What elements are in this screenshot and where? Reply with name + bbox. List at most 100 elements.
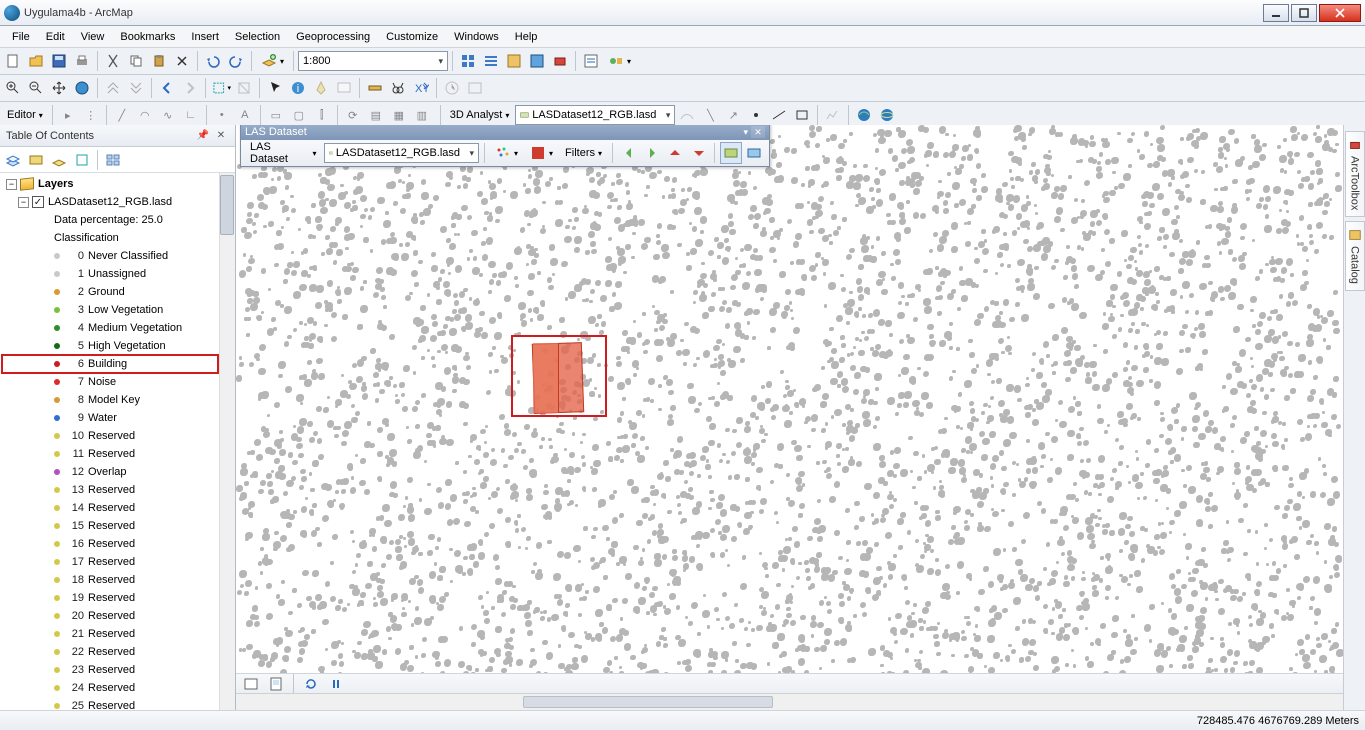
class-row[interactable]: 23Reserved	[2, 661, 218, 679]
las-surface-button[interactable]: ▾	[525, 143, 558, 163]
class-row[interactable]: 11Reserved	[2, 445, 218, 463]
save-button[interactable]	[48, 50, 70, 72]
class-row[interactable]: 4Medium Vegetation	[2, 319, 218, 337]
python-button[interactable]	[580, 50, 602, 72]
class-row[interactable]: 7Noise	[2, 373, 218, 391]
menu-insert[interactable]: Insert	[183, 28, 227, 46]
open-button[interactable]	[25, 50, 47, 72]
toc-close-button[interactable]: ✕	[213, 128, 229, 144]
cut-button[interactable]	[102, 50, 124, 72]
class-row[interactable]: 15Reserved	[2, 517, 218, 535]
toc-scroll-thumb[interactable]	[220, 175, 234, 235]
las-prev-button[interactable]	[641, 142, 662, 164]
contour-button[interactable]	[676, 104, 698, 126]
class-row[interactable]: 21Reserved	[2, 625, 218, 643]
pan-button[interactable]	[48, 77, 70, 99]
map-hscrollbar[interactable]	[236, 693, 1348, 710]
pause-drawing-button[interactable]	[325, 673, 347, 695]
list-by-source-button[interactable]	[25, 149, 47, 171]
arcscene-button[interactable]	[876, 104, 898, 126]
toc-scrollbar[interactable]	[219, 173, 235, 710]
menu-windows[interactable]: Windows	[446, 28, 507, 46]
interp-poly-button[interactable]	[791, 104, 813, 126]
minimize-button[interactable]	[1263, 4, 1289, 22]
interp-line-button[interactable]	[768, 104, 790, 126]
layout-view-tab[interactable]	[265, 673, 287, 695]
las-toolbar[interactable]: LAS Dataset ▾ ✕ LAS Dataset▾ LASDataset1…	[240, 125, 770, 167]
arctoolbox-button[interactable]	[549, 50, 571, 72]
sketch-props-button[interactable]: ▦	[388, 104, 410, 126]
fixed-zoom-in-button[interactable]	[102, 77, 124, 99]
3d-analyst-menu[interactable]: 3D Analyst▾	[445, 105, 515, 125]
right-angle-button[interactable]: ∟	[180, 104, 202, 126]
list-by-drawing-button[interactable]	[2, 149, 24, 171]
html-popup-button[interactable]	[333, 77, 355, 99]
hyperlink-button[interactable]	[310, 77, 332, 99]
las-toolbar-close[interactable]: ✕	[751, 126, 765, 138]
menu-edit[interactable]: Edit	[38, 28, 73, 46]
point-button[interactable]: •	[211, 104, 233, 126]
arctoolbox-tab[interactable]: ArcToolbox	[1345, 131, 1365, 217]
dataset-checkbox[interactable]	[32, 196, 44, 208]
class-row[interactable]: 0Never Classified	[2, 247, 218, 265]
cut-polygons-button[interactable]: ▭	[265, 104, 287, 126]
layers-root[interactable]: −Layers	[2, 175, 218, 193]
class-row[interactable]: 25Reserved	[2, 697, 218, 710]
find-button[interactable]	[387, 77, 409, 99]
print-button[interactable]	[71, 50, 93, 72]
delete-button[interactable]	[171, 50, 193, 72]
editor-toolbar-button[interactable]	[457, 50, 479, 72]
las-dataset-menu[interactable]: LAS Dataset▾	[245, 143, 322, 163]
list-by-visibility-button[interactable]	[48, 149, 70, 171]
arcglobe-button[interactable]	[853, 104, 875, 126]
class-row[interactable]: 2Ground	[2, 283, 218, 301]
las-down-button[interactable]	[688, 142, 709, 164]
zoom-in-button[interactable]	[2, 77, 24, 99]
class-row[interactable]: 17Reserved	[2, 553, 218, 571]
zoom-out-button[interactable]	[25, 77, 47, 99]
class-row[interactable]: 19Reserved	[2, 589, 218, 607]
edit-annotation-button[interactable]: A	[234, 104, 256, 126]
toc-button[interactable]	[480, 50, 502, 72]
select-features-button[interactable]: ▾	[210, 77, 232, 99]
pointer-button[interactable]	[264, 77, 286, 99]
menu-help[interactable]: Help	[507, 28, 546, 46]
class-row[interactable]: 6Building	[2, 355, 218, 373]
catalog-tab[interactable]: Catalog	[1345, 221, 1365, 291]
class-row[interactable]: 10Reserved	[2, 427, 218, 445]
analyst-layer-combo[interactable]: LASDataset12_RGB.lasd	[515, 105, 675, 125]
identify-button[interactable]: i	[287, 77, 309, 99]
full-extent-button[interactable]	[71, 77, 93, 99]
viewer-window-button[interactable]	[464, 77, 486, 99]
create-features-button[interactable]: ▥	[411, 104, 433, 126]
search-window-button[interactable]	[526, 50, 548, 72]
undo-button[interactable]	[202, 50, 224, 72]
class-row[interactable]: 18Reserved	[2, 571, 218, 589]
menu-bookmarks[interactable]: Bookmarks	[112, 28, 183, 46]
las-up-button[interactable]	[665, 142, 686, 164]
los-button[interactable]: ↗	[722, 104, 744, 126]
list-by-selection-button[interactable]	[71, 149, 93, 171]
dataset-node[interactable]: −LASDataset12_RGB.lasd	[2, 193, 218, 211]
toc-options-button[interactable]	[102, 149, 124, 171]
forward-extent-button[interactable]	[179, 77, 201, 99]
close-button[interactable]	[1319, 4, 1361, 22]
toc-tree[interactable]: −Layers −LASDataset12_RGB.lasd Data perc…	[0, 173, 235, 710]
menu-selection[interactable]: Selection	[227, 28, 288, 46]
class-row[interactable]: 1Unassigned	[2, 265, 218, 283]
las-first-button[interactable]	[618, 142, 639, 164]
interp-point-button[interactable]	[745, 104, 767, 126]
data-view-tab[interactable]	[240, 673, 262, 695]
map-view[interactable]: LAS Dataset ▾ ✕ LAS Dataset▾ LASDataset1…	[236, 125, 1365, 710]
class-row[interactable]: 20Reserved	[2, 607, 218, 625]
scale-combo[interactable]: 1:800	[298, 51, 448, 71]
redo-button[interactable]	[225, 50, 247, 72]
class-row[interactable]: 12Overlap	[2, 463, 218, 481]
class-row[interactable]: 24Reserved	[2, 679, 218, 697]
menu-view[interactable]: View	[73, 28, 113, 46]
paste-button[interactable]	[148, 50, 170, 72]
las-toolbar-header[interactable]: LAS Dataset ▾ ✕	[241, 125, 769, 140]
trace-button[interactable]: ∿	[157, 104, 179, 126]
class-row[interactable]: 22Reserved	[2, 643, 218, 661]
add-data-button[interactable]: ▾	[256, 51, 289, 71]
